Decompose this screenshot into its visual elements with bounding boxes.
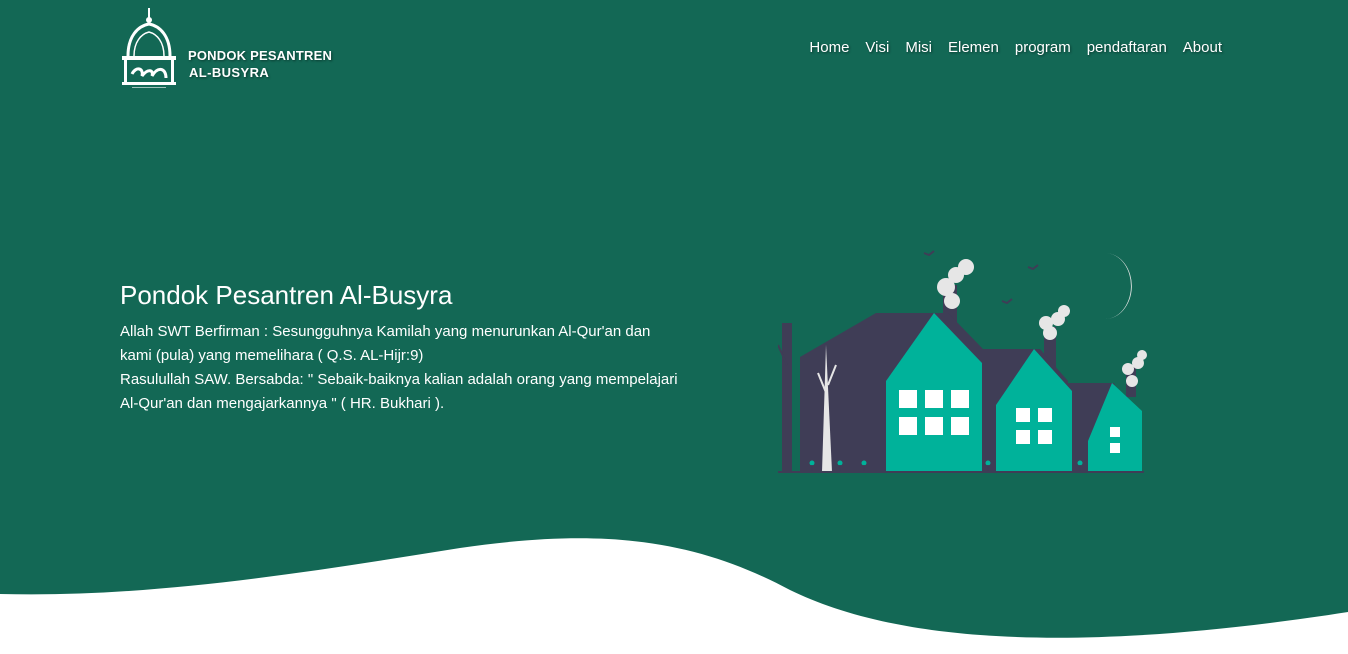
- nav-home[interactable]: Home: [809, 39, 849, 56]
- hero-quote-quran: Allah SWT Berfirman : Sesungguhnya Kamil…: [120, 323, 651, 364]
- hero-content: Pondok Pesantren Al-Busyra Allah SWT Ber…: [120, 280, 680, 416]
- hero-quote-hadith: Rasulullah SAW. Bersabda: " Sebaik-baikn…: [120, 371, 678, 412]
- hero-title: Pondok Pesantren Al-Busyra: [120, 280, 453, 310]
- nav-pendaftaran[interactable]: pendaftaran: [1087, 39, 1167, 56]
- mosque-dome-emblem-icon: [122, 8, 176, 88]
- site-logo[interactable]: PONDOK PESANTREN AL-BUSYRA: [118, 8, 332, 92]
- logo-subtitle: AL-BUSYRA: [189, 65, 270, 80]
- nav-misi[interactable]: Misi: [905, 39, 932, 56]
- nav-visi[interactable]: Visi: [865, 39, 889, 56]
- logo-title: PONDOK PESANTREN: [188, 48, 333, 63]
- main-nav: Home Visi Misi Elemen program pendaftara…: [809, 39, 1222, 56]
- nav-about[interactable]: About: [1183, 39, 1222, 56]
- nav-elemen[interactable]: Elemen: [948, 39, 999, 56]
- houses-night-illustration-icon: [778, 250, 1147, 473]
- nav-program[interactable]: program: [1015, 39, 1071, 56]
- site-header: PONDOK PESANTREN AL-BUSYRA Home Visi Mis…: [0, 0, 1348, 100]
